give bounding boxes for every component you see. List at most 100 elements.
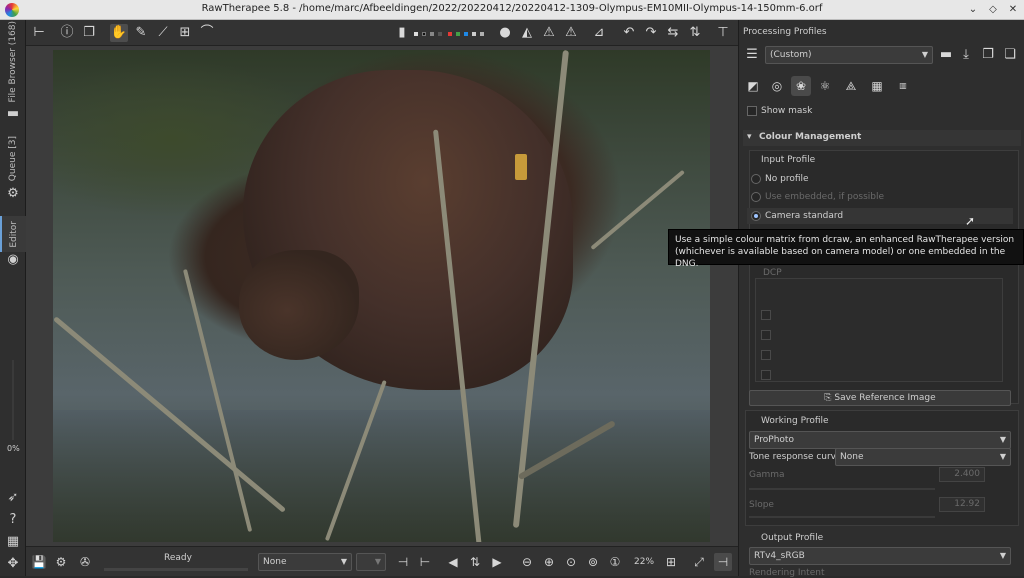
histogram-icon[interactable]: ⊿ [590, 24, 608, 42]
aperture-icon[interactable]: ◉ [5, 252, 21, 268]
slope-input[interactable]: 12.92 [939, 497, 985, 512]
minimize-icon[interactable]: ⌄ [966, 3, 980, 17]
hand-tool-icon[interactable]: ✋ [110, 24, 128, 42]
hide-panel-icon[interactable]: ⊣ [714, 553, 732, 571]
color-format-select[interactable]: ▼ [356, 553, 386, 571]
preview-mode-select[interactable]: None ▼ [258, 553, 352, 571]
processing-profile-select[interactable]: (Custom) ▼ [765, 46, 933, 64]
fullscreen-icon[interactable]: ⤢ [690, 553, 708, 571]
open-profile-icon[interactable]: ▬ [937, 46, 955, 64]
dropdown-arrow-icon: ▼ [999, 452, 1006, 461]
profile-list-icon[interactable]: ☰ [743, 46, 761, 64]
save-reference-image-button[interactable]: ⎘ Save Reference Image [749, 390, 1011, 406]
maximize-icon[interactable]: ◇ [986, 3, 1000, 17]
folder-icon[interactable]: ▬ [5, 106, 21, 122]
preview-black-swatch[interactable] [422, 32, 426, 36]
slope-slider[interactable] [749, 516, 935, 518]
crop-icon[interactable]: ⊞ [176, 24, 194, 42]
tab-file-browser-label: File Browser (168) [8, 21, 18, 103]
shadow-warning-icon[interactable]: ⚠ [562, 24, 580, 42]
rotate-right-icon[interactable]: ↷ [642, 24, 660, 42]
output-profile-select[interactable]: RTv4_sRGB ▼ [749, 547, 1011, 565]
use-embedded-radio[interactable] [751, 192, 761, 202]
rotate-left-icon[interactable]: ↶ [620, 24, 638, 42]
copy-profile-icon[interactable]: ❐ [979, 46, 997, 64]
flip-horizontal-icon[interactable]: ⇆ [664, 24, 682, 42]
gears-icon[interactable]: ⚙ [5, 186, 21, 202]
send-to-queue-icon[interactable]: ➶ [5, 490, 21, 506]
mouse-cursor-icon: ➚ [965, 214, 976, 228]
shadow-clip-icon[interactable]: ◭ [518, 24, 536, 42]
zoom-fit-icon[interactable]: ⊙ [562, 553, 580, 571]
color-tab-icon[interactable]: ❀ [791, 76, 811, 96]
queue-add-icon[interactable]: ⚙ [52, 553, 70, 571]
new-detail-window-icon[interactable]: ⊞ [662, 553, 680, 571]
prev-image-sync-icon[interactable]: ⊣ [394, 553, 412, 571]
tone-response-select[interactable]: None ▼ [835, 448, 1011, 466]
hide-toolbar-icon[interactable]: ⊤ [714, 24, 732, 42]
preview-white-swatch[interactable] [414, 32, 418, 36]
save-icon[interactable]: 💾 [30, 553, 48, 571]
preview-red-swatch[interactable] [448, 32, 452, 36]
preview-dark-swatch[interactable] [438, 32, 442, 36]
dcp-tone-curve-checkbox[interactable] [761, 310, 771, 320]
color-picker-icon[interactable]: ⟋ [154, 24, 172, 42]
preview-lum-swatch[interactable] [472, 32, 476, 36]
indicator-icon[interactable]: ▮ [398, 24, 406, 42]
dcp-look-table-checkbox[interactable] [761, 350, 771, 360]
white-balance-picker-icon[interactable]: ✎ [132, 24, 150, 42]
exposure-tab-icon[interactable]: ◩ [743, 76, 763, 96]
preview-grey-swatch[interactable] [430, 32, 434, 36]
preview-green-swatch[interactable] [456, 32, 460, 36]
zoom-in-icon[interactable]: ⊕ [540, 553, 558, 571]
gamma-input[interactable]: 2.400 [939, 467, 985, 482]
before-after-icon[interactable]: ❐ [80, 24, 98, 42]
save-profile-icon[interactable]: ⤓ [957, 46, 975, 64]
grid-icon[interactable]: ▦ [5, 534, 21, 550]
dcp-label: DCP [763, 268, 782, 278]
info-icon[interactable]: ⓘ [58, 24, 76, 42]
tab-file-browser[interactable]: File Browser (168) [0, 21, 26, 102]
zoom-fill-icon[interactable]: ⊚ [584, 553, 602, 571]
camera-standard-radio[interactable] [751, 211, 761, 221]
processing-profile-value: (Custom) [770, 50, 812, 60]
dcp-baseline-exposure-checkbox[interactable] [761, 370, 771, 380]
zoom-100-icon[interactable]: ① [606, 553, 624, 571]
transform-tab-icon[interactable]: ⟁ [841, 76, 861, 96]
zoom-out-icon[interactable]: ⊖ [518, 553, 536, 571]
preview-focus-swatch[interactable] [480, 32, 484, 36]
close-icon[interactable]: ✕ [1006, 3, 1020, 17]
gamma-slider[interactable] [749, 488, 935, 490]
advanced-tab-icon[interactable]: ⚛ [815, 76, 835, 96]
dropdown-arrow-icon: ▼ [340, 557, 347, 566]
hide-history-icon[interactable]: ⊢ [30, 24, 48, 42]
paste-profile-icon[interactable]: ❏ [1001, 46, 1019, 64]
show-mask-checkbox[interactable] [747, 106, 757, 116]
left-tab-bar: File Browser (168) ▬ Queue [3] ⚙ Editor … [0, 20, 26, 576]
processing-profiles-header: Processing Profiles [743, 27, 827, 37]
sync-icon[interactable]: ⇅ [466, 553, 484, 571]
raw-tab-icon[interactable]: ▦ [867, 76, 887, 96]
dcp-base-table-checkbox[interactable] [761, 330, 771, 340]
help-icon[interactable]: ? [5, 512, 21, 528]
metadata-tab-icon[interactable]: ▥ [893, 76, 913, 96]
straighten-icon[interactable]: ⌒ [198, 24, 216, 42]
tab-queue[interactable]: Queue [3] [0, 134, 26, 184]
zoom-value: 22% [634, 557, 655, 567]
external-editor-icon[interactable]: ✇ [76, 553, 94, 571]
detail-tab-icon[interactable]: ◎ [767, 76, 787, 96]
no-profile-radio[interactable] [751, 174, 761, 184]
tab-editor[interactable]: Editor [0, 216, 26, 252]
preview-blue-swatch[interactable] [464, 32, 468, 36]
focus-mask-icon[interactable]: ● [496, 24, 514, 42]
previous-image-icon[interactable]: ◀ [444, 553, 462, 571]
slope-label: Slope [749, 500, 774, 510]
working-profile-select[interactable]: ProPhoto ▼ [749, 431, 1011, 449]
flip-vertical-icon[interactable]: ⇅ [686, 24, 704, 42]
colour-management-header[interactable]: ▾ Colour Management [743, 130, 1021, 146]
next-image-sync-icon[interactable]: ⊢ [416, 553, 434, 571]
image-canvas[interactable] [26, 46, 738, 546]
next-image-icon[interactable]: ▶ [488, 553, 506, 571]
move-icon[interactable]: ✥ [5, 556, 21, 572]
highlight-warning-icon[interactable]: ⚠ [540, 24, 558, 42]
